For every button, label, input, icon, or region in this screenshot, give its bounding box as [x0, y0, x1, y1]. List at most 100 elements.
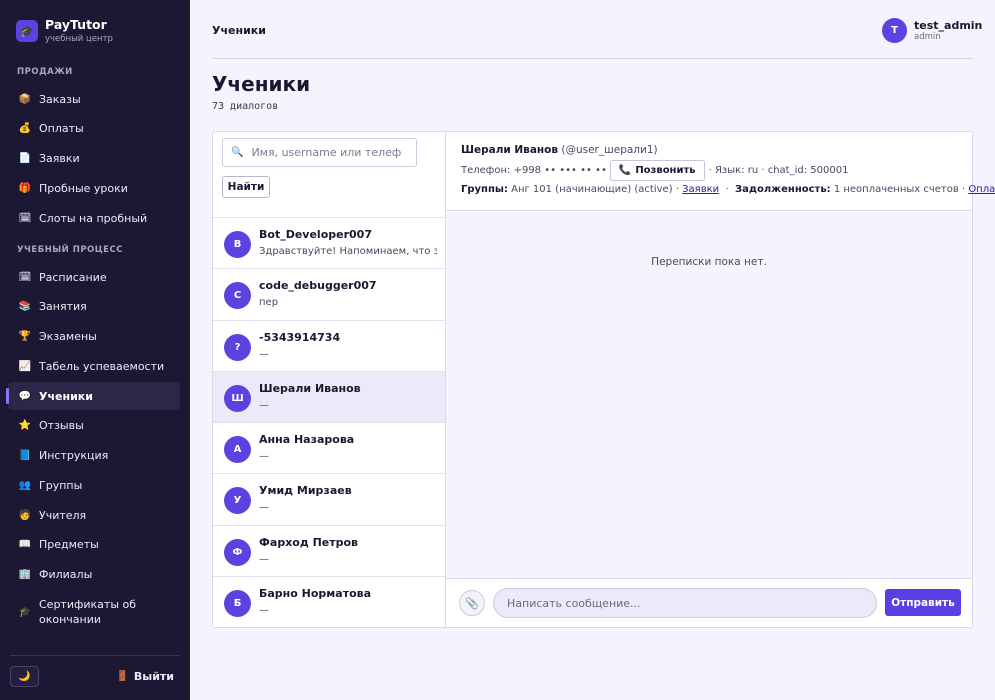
list-item[interactable]: ? -5343914734 —	[213, 319, 445, 371]
sidebar-item-students[interactable]: 💬 Ученики	[6, 382, 180, 410]
avatar: B	[224, 231, 251, 258]
brand-subtitle: учебный центр	[45, 34, 113, 44]
list-item[interactable]: B Bot_Developer007 Здравствуйте! Напомин…	[213, 217, 445, 269]
list-item-selected[interactable]: Ш Шерали Иванов —	[213, 370, 445, 423]
sidebar-item-subjects[interactable]: 📖 Предметы	[8, 530, 180, 558]
door-icon: 🚪	[116, 671, 129, 682]
sidebar-item-teachers[interactable]: 🧑 Учителя	[8, 501, 180, 529]
books-icon: 📚	[18, 300, 32, 312]
book-icon: 📘	[18, 449, 32, 461]
dialog-preview: —	[259, 451, 269, 463]
list-item[interactable]: У Умид Мирзаев —	[213, 473, 445, 525]
avatar: Ш	[224, 384, 251, 412]
debt-value: 1 неоплаченных счетов ·	[833, 184, 966, 195]
dialog-preview: Здравствуйте! Напоминаем, что занятие	[259, 246, 437, 257]
dialog-preview: —	[259, 605, 269, 617]
separator: ·	[725, 184, 729, 195]
search-box[interactable]: 🔍	[222, 138, 417, 167]
sidebar-item-schedule[interactable]: 🗓 Расписание	[8, 263, 180, 291]
dialog-preview: —	[259, 502, 269, 514]
avatar: ?	[224, 333, 251, 361]
sidebar-item-trial-slots[interactable]: 🗓 Слоты на пробный	[8, 204, 180, 232]
requests-link[interactable]: Заявки	[682, 184, 719, 195]
chat-title: Шерали Иванов (@user_шерали1)	[461, 144, 658, 156]
sidebar-item-payments[interactable]: 💰 Оплаты	[8, 114, 180, 142]
teacher-icon: 🧑	[18, 509, 32, 521]
sidebar-item-label: Филиалы	[39, 567, 93, 581]
chat-contact-name: Шерали Иванов	[461, 144, 559, 156]
logout-label: Выйти	[133, 670, 174, 683]
chat-bubble-icon: 💬	[18, 390, 32, 402]
sidebar-item-orders[interactable]: 📦 Заказы	[8, 85, 180, 113]
payments-link[interactable]: Оплаты	[968, 184, 995, 195]
search-icon: 🔍	[231, 147, 244, 158]
dialog-preview: пер	[259, 297, 279, 309]
money-bag-icon: 💰	[18, 122, 32, 134]
avatar: У	[224, 487, 251, 515]
send-button[interactable]: Отправить	[885, 589, 961, 616]
sidebar-item-label: Группы	[39, 478, 83, 492]
top-divider	[212, 58, 973, 59]
avatar: А	[224, 436, 251, 464]
dialog-name: Умид Мирзаев	[259, 484, 352, 498]
list-item[interactable]: Ф Фарход Петров —	[213, 524, 445, 577]
sidebar-item-groups[interactable]: 👥 Группы	[8, 471, 180, 499]
find-button[interactable]: Найти	[222, 176, 270, 198]
sidebar-item-label: Инструкция	[39, 448, 109, 462]
phone-icon: 📞	[618, 165, 632, 176]
paperclip-icon: 📎	[465, 597, 479, 610]
list-item[interactable]: А Анна Назарова —	[213, 422, 445, 474]
chat-groups-info: Группы: Анг 101 (начинающие) (active) · …	[461, 184, 995, 195]
sidebar-item-label: Пробные уроки	[39, 181, 128, 195]
sidebar-item-label: Оплаты	[39, 121, 84, 135]
sidebar-item-label: Занятия	[39, 299, 87, 313]
dialog-list: B Bot_Developer007 Здравствуйте! Напомин…	[213, 217, 445, 628]
people-icon: 👥	[18, 479, 32, 491]
sidebar-item-branches[interactable]: 🏢 Филиалы	[8, 560, 180, 588]
brand[interactable]: 🎓 PayTutor учебный центр	[16, 18, 113, 44]
groups-value: Анг 101 (начинающие) (active) ·	[511, 184, 679, 195]
attach-button[interactable]: 📎	[459, 590, 485, 616]
graduation-icon: 🎓	[16, 20, 38, 42]
dialog-name: Барно Норматова	[259, 587, 372, 601]
sidebar-item-trial-lessons[interactable]: 🎁 Пробные уроки	[8, 174, 180, 202]
box-icon: 📦	[18, 93, 32, 105]
open-book-icon: 📖	[18, 538, 32, 550]
user-menu[interactable]: T test_admin admin	[882, 18, 982, 43]
sidebar-item-label: Ученики	[39, 389, 93, 403]
message-input[interactable]	[493, 588, 877, 618]
empty-chat-message: Переписки пока нет.	[651, 256, 767, 268]
theme-toggle-button[interactable]: 🌙	[10, 666, 39, 687]
dialog-name: Фарход Петров	[259, 535, 359, 549]
sidebar-item-label: Экзамены	[39, 329, 97, 343]
sidebar-item-label: Сертификаты об окончании	[39, 598, 137, 626]
sidebar-item-gradebook[interactable]: 📈 Табель успеваемости	[8, 352, 180, 380]
gift-icon: 🎁	[18, 182, 32, 194]
topbar-title: Ученики	[212, 24, 266, 37]
sidebar-item-instructions[interactable]: 📘 Инструкция	[8, 441, 180, 469]
sidebar-item-label: Предметы	[39, 537, 99, 551]
page-title: Ученики	[212, 72, 311, 96]
star-icon: ⭐	[18, 419, 32, 431]
dialog-name: Шерали Иванов	[259, 381, 361, 395]
sidebar-item-reviews[interactable]: ⭐ Отзывы	[8, 411, 180, 439]
calendar-icon: 🗓	[18, 212, 32, 224]
list-item[interactable]: C code_debugger007 пер	[213, 268, 445, 320]
call-button-label: Позвонить	[635, 165, 696, 176]
sidebar-divider	[10, 655, 180, 656]
list-item[interactable]: Б Барно Норматова —	[213, 576, 445, 628]
sidebar-item-requests[interactable]: 📄 Заявки	[8, 144, 180, 172]
avatar: C	[224, 282, 251, 310]
user-role: admin	[914, 32, 941, 42]
sidebar-item-certificates[interactable]: 🎓 Сертификаты об окончании	[8, 594, 180, 630]
logout-button[interactable]: 🚪 Выйти	[116, 670, 174, 683]
search-input[interactable]	[251, 146, 402, 159]
moon-icon: 🌙	[18, 671, 31, 682]
sidebar-item-label: Расписание	[39, 270, 107, 284]
sidebar-item-lessons[interactable]: 📚 Занятия	[8, 292, 180, 320]
chat-contact-info: Телефон: +998 •• ••• •• •• 📞 Позвонить · …	[461, 160, 848, 181]
call-button[interactable]: 📞 Позвонить	[609, 160, 705, 181]
sidebar-item-exams[interactable]: 🏆 Экзамены	[8, 322, 180, 350]
sidebar-item-label: Табель успеваемости	[39, 359, 165, 373]
sidebar-item-label: Учителя	[39, 508, 87, 522]
